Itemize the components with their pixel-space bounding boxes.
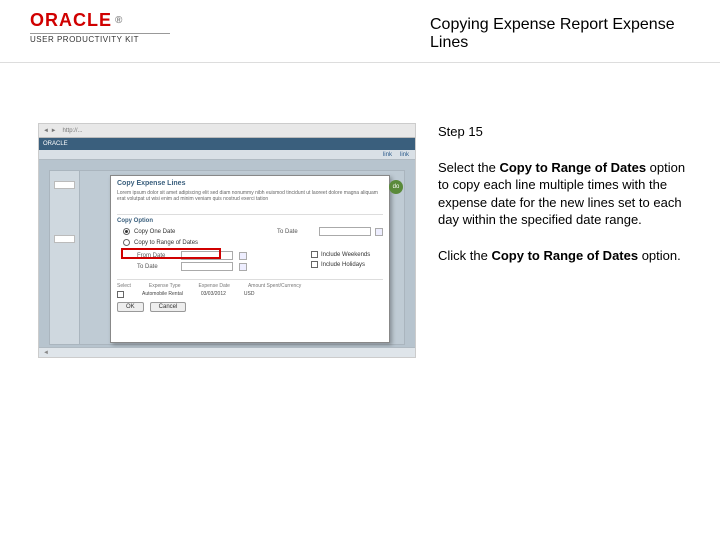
calendar-icon[interactable] [239, 252, 247, 260]
radio-icon [123, 228, 130, 235]
table-row: Automobile Rental 03/03/2012 USD [117, 291, 383, 298]
dialog-title: Copy Expense Lines [117, 180, 383, 187]
include-holidays[interactable]: Include Holidays [311, 261, 383, 268]
instruction-paragraph-2: Click the Copy to Range of Dates option. [438, 247, 698, 265]
col-amount: Amount Spent/Currency [248, 283, 301, 289]
checkbox-icon [311, 261, 318, 268]
to-date-input[interactable] [319, 227, 371, 236]
expense-table: Select Expense Type Expense Date Amount … [117, 279, 383, 298]
shot-left-column [50, 171, 80, 344]
shot-subnav: linklink [39, 150, 415, 160]
copy-expense-dialog: do Copy Expense Lines Lorem ipsum dolor … [110, 175, 390, 343]
include-weekends[interactable]: Include Weekends [311, 251, 383, 258]
row-date: 03/03/2012 [201, 291, 226, 298]
row-amt: USD [244, 291, 255, 298]
embedded-screenshot: ◄ ►http://... ORACLE linklink do Copy Ex… [38, 123, 416, 358]
instruction-paragraph-1: Select the Copy to Range of Dates option… [438, 159, 698, 229]
page-title: Copying Expense Report Expense Lines [170, 10, 700, 52]
brand-logo: ORACLE ® USER PRODUCTIVITY KIT [30, 10, 170, 44]
checkbox-icon [311, 251, 318, 258]
shot-app-brand: ORACLE [39, 138, 415, 150]
ok-button[interactable]: OK [117, 302, 144, 312]
calendar-icon[interactable] [375, 228, 383, 236]
option-label: Copy to Range of Dates [134, 240, 198, 246]
step-label: Step 15 [438, 123, 698, 141]
checkbox-label: Include Weekends [321, 252, 370, 258]
shot-body: do Copy Expense Lines Lorem ipsum dolor … [49, 170, 405, 345]
highlight-box [121, 248, 221, 259]
to-date-label: To Date [277, 229, 315, 235]
instruction-column: Step 15 Select the Copy to Range of Date… [438, 123, 698, 358]
col-type: Expense Type [149, 283, 181, 289]
to-date-input-2[interactable] [181, 262, 233, 271]
option-copy-range[interactable]: Copy to Range of Dates [123, 239, 383, 246]
page-header: ORACLE ® USER PRODUCTIVITY KIT Copying E… [0, 0, 720, 63]
oracle-logo: ORACLE ® [30, 10, 170, 31]
dialog-help-text: Lorem ipsum dolor sit amet adipiscing el… [117, 190, 383, 210]
content-area: ◄ ►http://... ORACLE linklink do Copy Ex… [0, 63, 720, 358]
screenshot-column: ◄ ►http://... ORACLE linklink do Copy Ex… [38, 123, 418, 358]
go-icon: do [389, 180, 403, 194]
to-date-label-2: To Date [137, 264, 175, 270]
calendar-icon[interactable] [239, 263, 247, 271]
logo-subline: USER PRODUCTIVITY KIT [30, 33, 170, 44]
col-select: Select [117, 283, 131, 289]
shot-browser-bar: ◄ ►http://... [39, 124, 415, 138]
row-checkbox[interactable] [117, 291, 124, 298]
dialog-section-label: Copy Option [117, 214, 383, 224]
logo-text: ORACLE [30, 10, 112, 31]
checkbox-label: Include Holidays [321, 262, 365, 268]
cancel-button[interactable]: Cancel [150, 302, 187, 312]
col-date: Expense Date [199, 283, 230, 289]
option-label: Copy One Date [134, 229, 175, 235]
option-copy-one-date[interactable]: Copy One Date To Date [123, 227, 383, 236]
radio-icon [123, 239, 130, 246]
row-type: Automobile Rental [142, 291, 183, 298]
shot-footer: ◄ [39, 347, 415, 357]
registered-mark: ® [115, 15, 123, 26]
